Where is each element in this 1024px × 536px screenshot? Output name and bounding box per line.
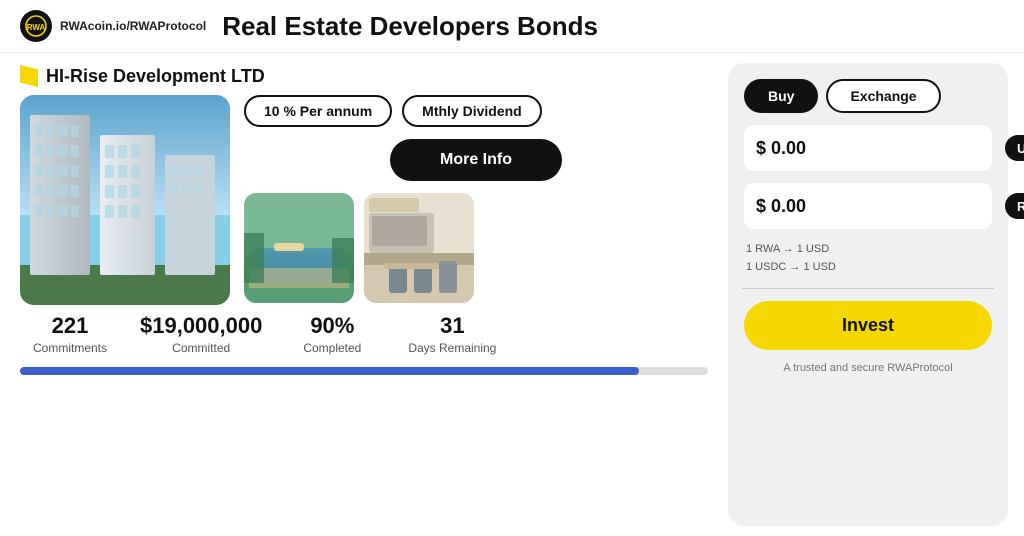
logo-icon: RWA	[20, 10, 52, 42]
invest-button[interactable]: Invest	[744, 301, 992, 350]
completed-value: 90%	[310, 313, 354, 339]
exchange-tab[interactable]: Exchange	[826, 79, 940, 113]
days-value: 31	[440, 313, 464, 339]
small-images-row	[244, 193, 474, 303]
content-row: 10 % Per annum Mthly Dividend More Info	[20, 95, 708, 305]
commitments-value: 221	[52, 313, 89, 339]
main-building-image	[20, 95, 230, 305]
svg-text:RWA: RWA	[27, 23, 46, 32]
rate-usdc: 1 USDC → 1 USD	[746, 259, 990, 277]
trust-text: A trusted and secure RWAProtocol	[744, 362, 992, 374]
rate-info: 1 RWA → 1 USD 1 USDC → 1 USD	[744, 241, 992, 276]
company-row: HI-Rise Development LTD	[20, 65, 708, 87]
logo-area: RWA RWAcoin.io/RWAProtocol	[20, 10, 206, 42]
rwa-amount-input[interactable]	[756, 196, 997, 217]
stat-days: 31 Days Remaining	[402, 313, 502, 355]
stat-commitments: 221 Commitments	[20, 313, 120, 355]
usdc-amount-input[interactable]	[756, 138, 997, 159]
right-panel: Buy Exchange USDC ▾ RWA ▾ 1 RWA → 1 USD …	[728, 63, 1008, 526]
stats-row: 221 Commitments $19,000,000 Committed 90…	[20, 313, 708, 355]
usdc-currency-select[interactable]: USDC ▾	[1005, 135, 1024, 161]
completed-label: Completed	[303, 341, 361, 355]
committed-label: Committed	[172, 341, 230, 355]
yellow-bar-icon	[20, 65, 38, 87]
days-label: Days Remaining	[408, 341, 496, 355]
left-panel: HI-Rise Development LTD	[0, 53, 728, 536]
tab-row: Buy Exchange	[744, 79, 992, 113]
more-info-button[interactable]: More Info	[390, 139, 562, 181]
company-name: HI-Rise Development LTD	[46, 66, 265, 87]
logo-text: RWAcoin.io/RWAProtocol	[60, 19, 206, 33]
rwa-currency-select[interactable]: RWA ▾	[1005, 193, 1024, 219]
stat-committed: $19,000,000 Committed	[140, 313, 262, 355]
rate-rwa: 1 RWA → 1 USD	[746, 241, 990, 259]
main-container: HI-Rise Development LTD	[0, 53, 1024, 536]
usdc-label: USDC	[1017, 141, 1024, 156]
commitments-label: Commitments	[33, 341, 107, 355]
badges-row: 10 % Per annum Mthly Dividend	[244, 95, 542, 127]
rwa-label: RWA	[1017, 199, 1024, 214]
kitchen-image	[364, 193, 474, 303]
progress-bar-container	[20, 367, 708, 375]
stat-completed: 90% Completed	[282, 313, 382, 355]
annual-return-badge: 10 % Per annum	[244, 95, 392, 127]
rwa-input-row: RWA ▾	[744, 183, 992, 229]
buy-tab[interactable]: Buy	[744, 79, 818, 113]
badges-info-column: 10 % Per annum Mthly Dividend More Info	[244, 95, 708, 303]
progress-bar-fill	[20, 367, 639, 375]
divider	[742, 288, 994, 289]
page-title: Real Estate Developers Bonds	[222, 11, 598, 42]
committed-value: $19,000,000	[140, 313, 262, 339]
usdc-input-row: USDC ▾	[744, 125, 992, 171]
pool-image	[244, 193, 354, 303]
dividend-badge: Mthly Dividend	[402, 95, 542, 127]
header: RWA RWAcoin.io/RWAProtocol Real Estate D…	[0, 0, 1024, 53]
